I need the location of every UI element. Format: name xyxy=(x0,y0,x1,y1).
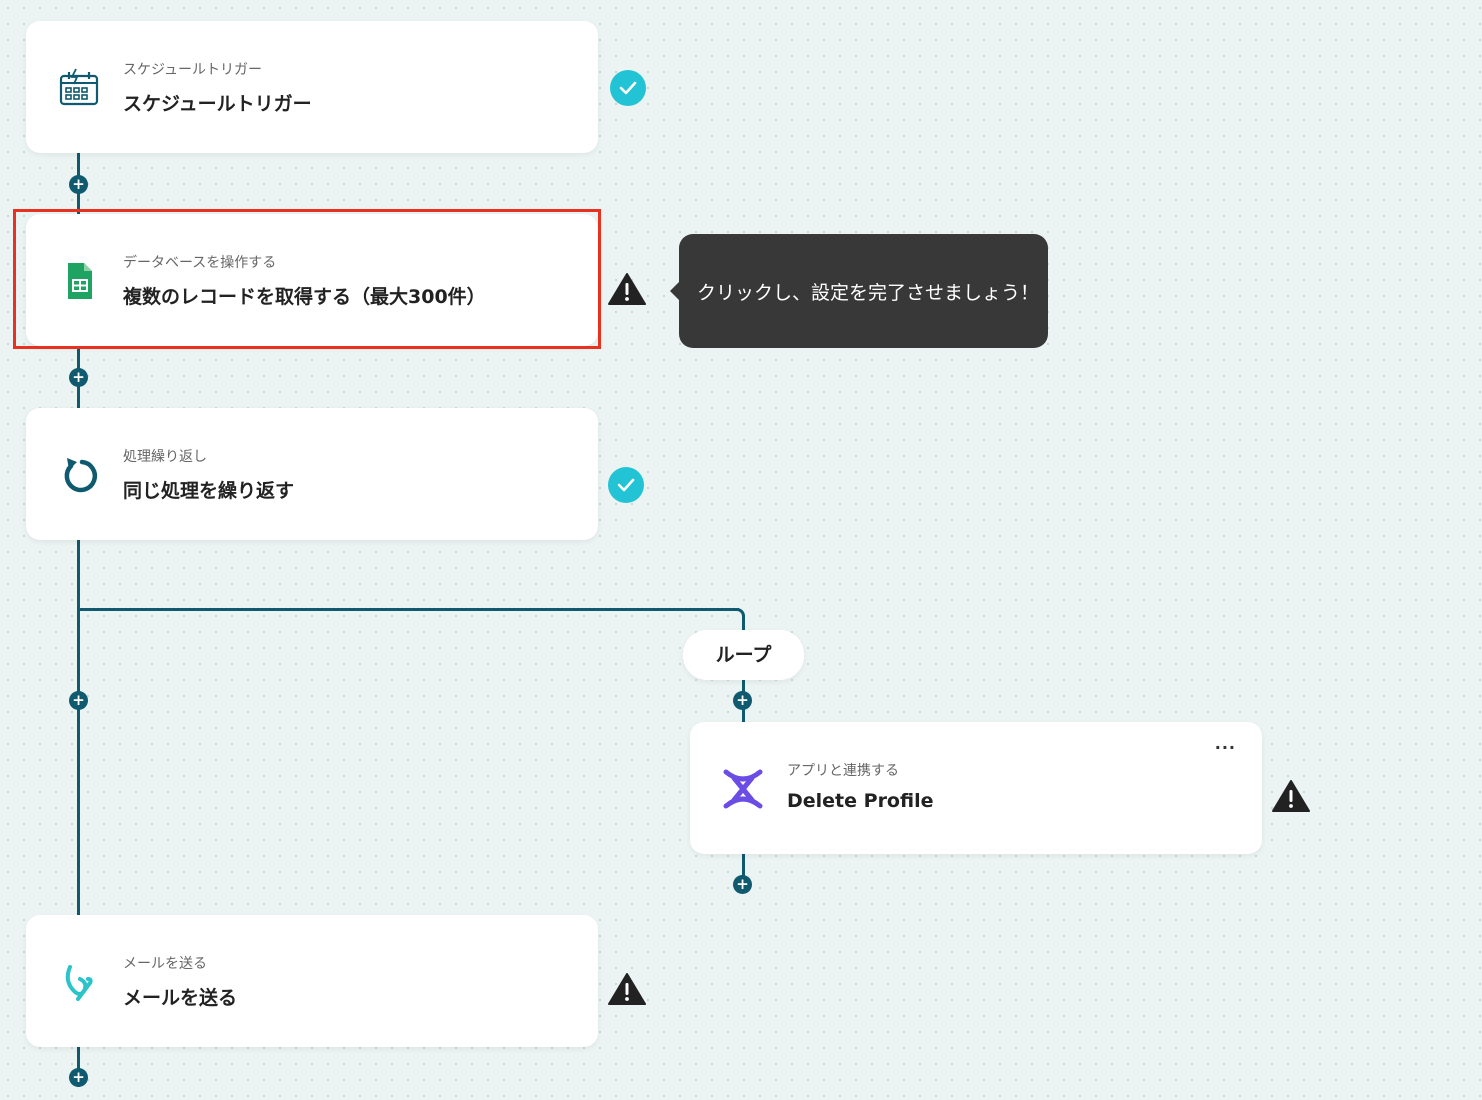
warning-icon xyxy=(1272,780,1310,812)
step-title: スケジュールトリガー xyxy=(123,93,312,115)
step-title: メールを送る xyxy=(123,987,238,1009)
step-subtitle: メールを送る xyxy=(123,956,207,972)
warning-icon xyxy=(608,973,646,1005)
complete-check-icon xyxy=(610,70,646,106)
setup-tooltip: クリックし、設定を完了させましょう！ xyxy=(670,234,1048,348)
loop-arrow-icon xyxy=(64,458,98,493)
step-subtitle: スケジュールトリガー xyxy=(123,62,263,78)
step-card-loop[interactable]: 処理繰り返し 同じ処理を繰り返す xyxy=(26,408,598,540)
step-title: 複数のレコードを取得する（最大300件） xyxy=(123,286,486,308)
more-options-button[interactable]: ··· xyxy=(1215,738,1236,757)
add-step-button[interactable]: + xyxy=(69,368,88,387)
step-title: 同じ処理を繰り返す xyxy=(123,480,295,502)
step-title: Delete Profile xyxy=(787,790,934,812)
loop-label[interactable]: ループ xyxy=(683,630,804,680)
step-card-delete-profile[interactable]: アプリと連携する Delete Profile ··· xyxy=(690,722,1262,854)
step-subtitle: データベースを操作する xyxy=(123,255,277,271)
add-step-button[interactable]: + xyxy=(69,691,88,710)
complete-check-icon xyxy=(608,467,644,503)
add-step-button[interactable]: + xyxy=(69,1068,88,1087)
step-card-get-records[interactable]: データベースを操作する 複数のレコードを取得する（最大300件） xyxy=(26,214,598,346)
step-card-schedule-trigger[interactable]: スケジュールトリガー スケジュールトリガー xyxy=(26,21,598,153)
app-x-icon xyxy=(723,769,763,809)
mail-logo-icon xyxy=(65,965,93,1001)
step-subtitle: 処理繰り返し xyxy=(123,449,207,465)
step-subtitle: アプリと連携する xyxy=(787,763,899,779)
step-card-send-mail[interactable]: メールを送る メールを送る xyxy=(26,915,598,1047)
add-step-button[interactable]: + xyxy=(733,691,752,710)
calendar-trigger-icon xyxy=(59,68,99,106)
warning-icon xyxy=(608,273,646,305)
add-step-button[interactable]: + xyxy=(733,875,752,894)
loop-branch-horizontal xyxy=(77,608,739,611)
google-sheets-icon xyxy=(68,263,92,299)
add-step-button[interactable]: + xyxy=(69,175,88,194)
